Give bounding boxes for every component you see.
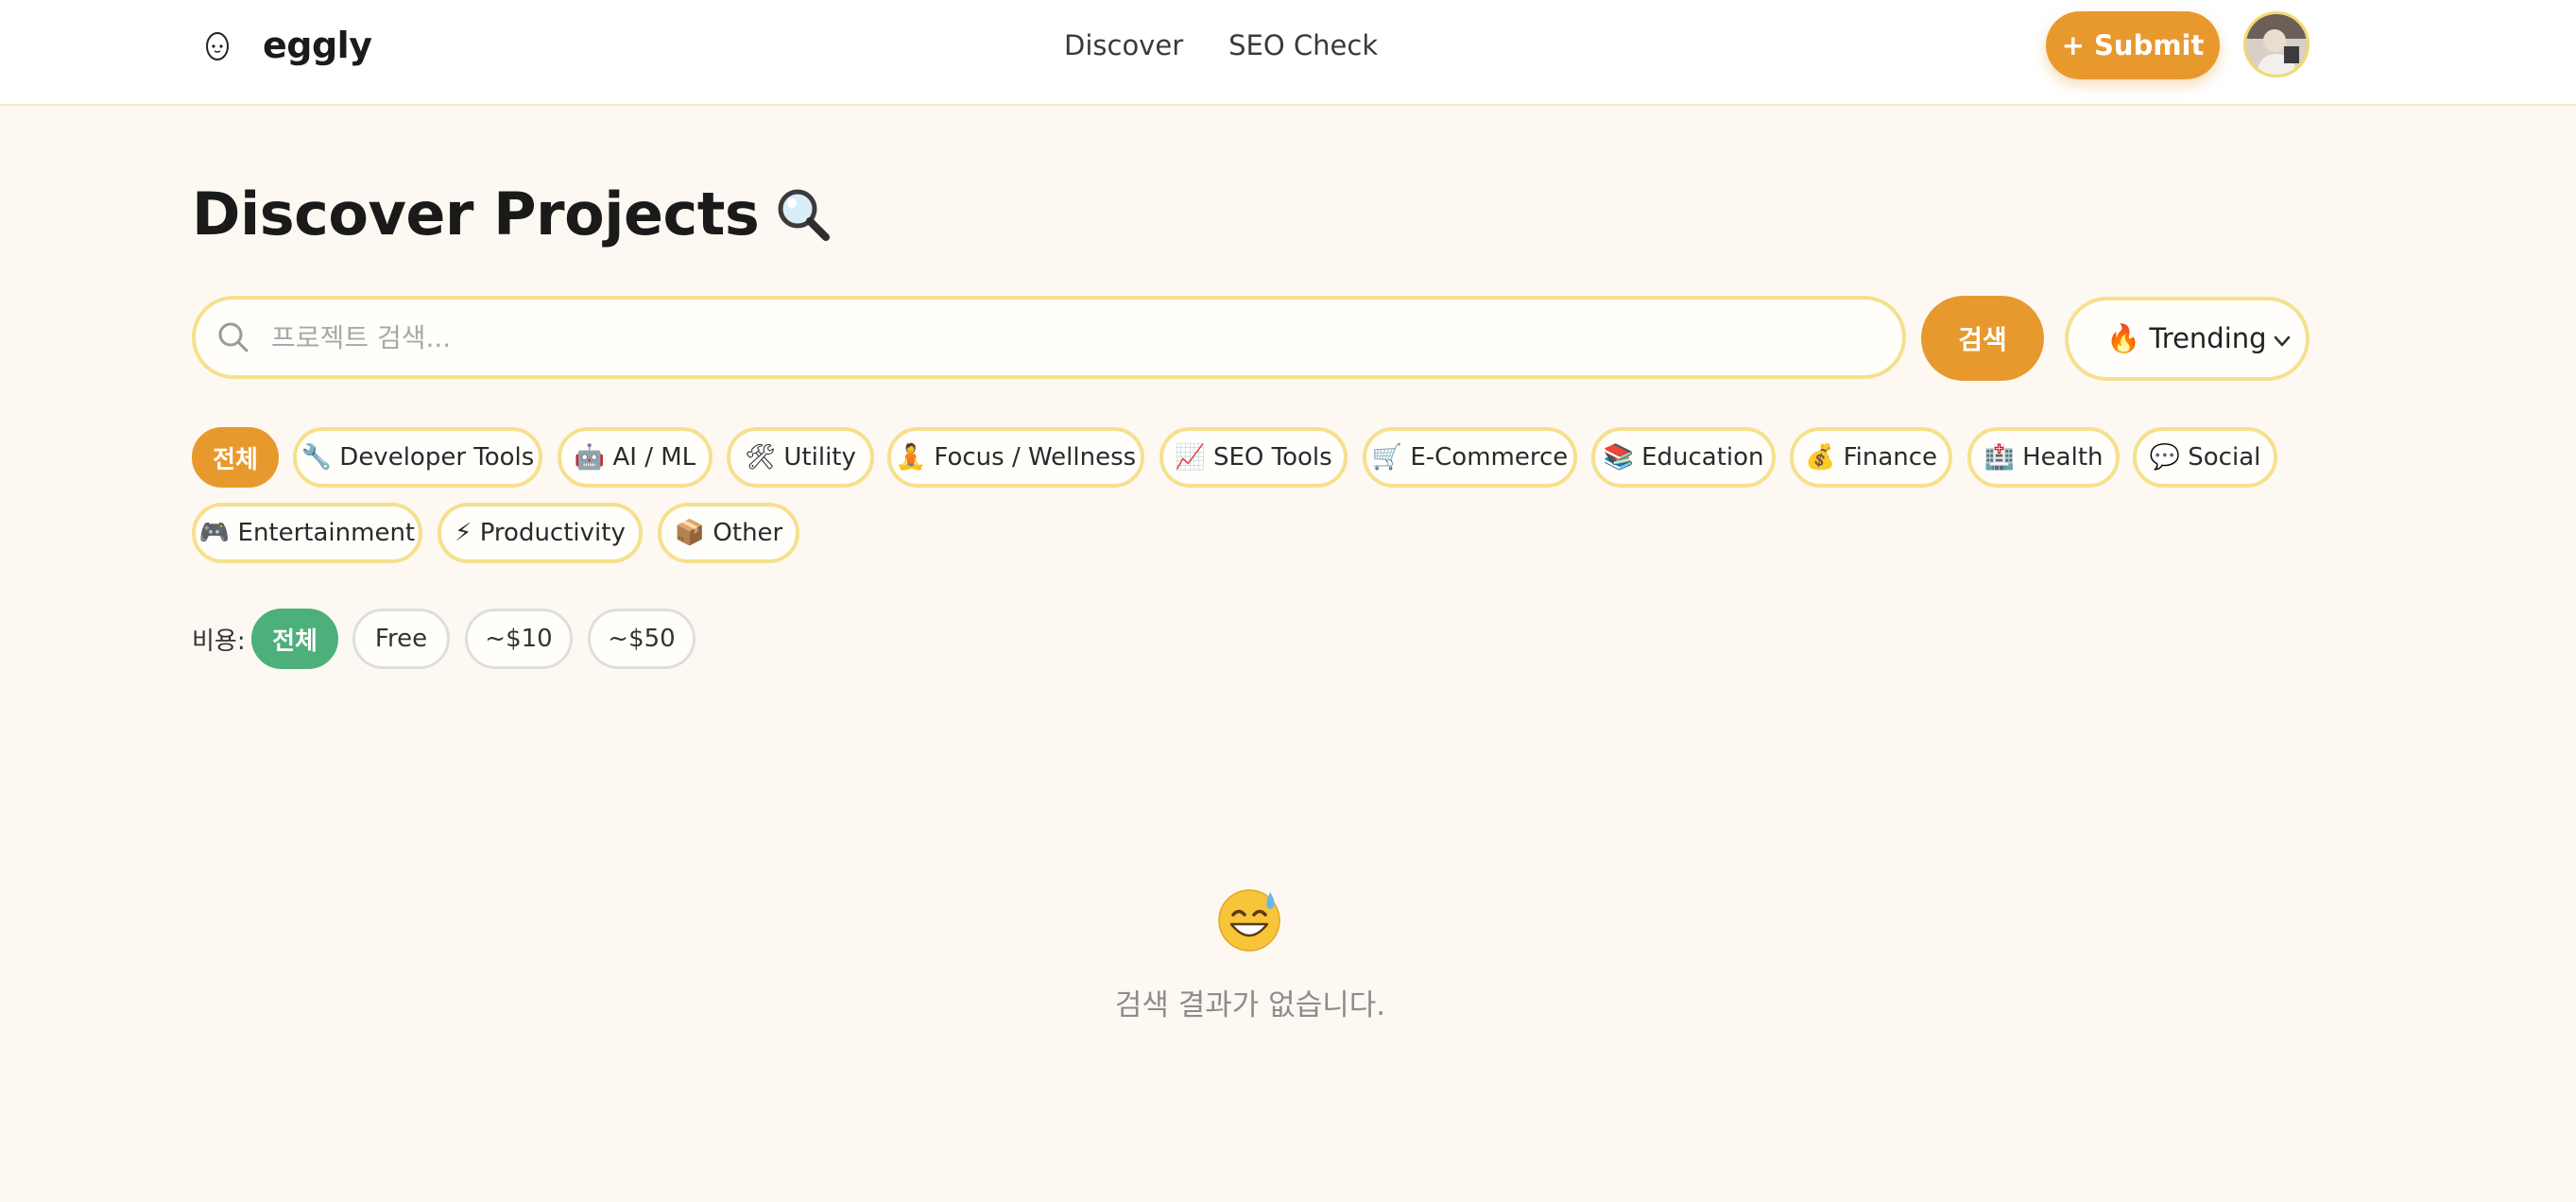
category-chip-e-commerce[interactable]: 🛒 E-Commerce [1363, 427, 1577, 488]
category-chip-education[interactable]: 📚 Education [1591, 427, 1776, 488]
nav-seo-check[interactable]: SEO Check [1228, 26, 1378, 64]
price-chip-all[interactable]: 전체 [251, 609, 338, 669]
brand-logo[interactable]: eggly [204, 23, 372, 68]
category-chip-health[interactable]: 🏥 Health [1967, 427, 2120, 488]
sort-selected-value: 🔥 Trending [2106, 322, 2267, 354]
egg-logo-icon [206, 32, 229, 60]
page-title-text: Discover Projects [192, 180, 760, 249]
search-button[interactable]: 검색 [1921, 296, 2044, 381]
page-title: Discover Projects [192, 180, 833, 249]
category-chip-seo-tools[interactable]: 📈 SEO Tools [1159, 427, 1348, 488]
search-box[interactable] [192, 296, 1906, 379]
avatar-icon [2246, 14, 2307, 75]
price-chip-10[interactable]: ~$10 [465, 609, 573, 669]
price-chip-50[interactable]: ~$50 [588, 609, 696, 669]
empty-state-message: 검색 결과가 없습니다. [1114, 988, 1386, 1022]
magnifier-icon [778, 189, 831, 241]
category-chip-finance[interactable]: 💰 Finance [1790, 427, 1952, 488]
brand-name: eggly [263, 25, 372, 66]
submit-button[interactable]: + Submit [2046, 11, 2220, 79]
main-nav: Discover SEO Check [1064, 26, 1423, 64]
search-icon [218, 322, 249, 352]
chevron-down-icon [2274, 335, 2291, 347]
price-chip-free[interactable]: Free [352, 609, 450, 669]
category-chip-all[interactable]: 전체 [192, 427, 279, 488]
sweat-smile-emoji [1218, 889, 1280, 952]
category-chip-ai-ml[interactable]: 🤖 AI / ML [558, 427, 713, 488]
category-chip-focus-wellness[interactable]: 🧘 Focus / Wellness [887, 427, 1144, 488]
user-avatar[interactable] [2243, 11, 2310, 77]
category-chip-developer-tools[interactable]: 🔧 Developer Tools [293, 427, 542, 488]
search-input[interactable] [271, 321, 1859, 353]
category-chip-entertainment[interactable]: 🎮 Entertainment [192, 503, 422, 563]
nav-discover[interactable]: Discover [1064, 26, 1183, 64]
top-header: eggly Discover SEO Check + Submit [0, 0, 2576, 106]
category-chip-social[interactable]: 💬 Social [2133, 427, 2277, 488]
category-chip-utility[interactable]: 🛠 Utility [727, 427, 874, 488]
price-filter-label: 비용: [192, 627, 246, 656]
category-chip-other[interactable]: 📦 Other [658, 503, 799, 563]
sort-select[interactable]: 🔥 Trending [2065, 297, 2310, 381]
category-chip-productivity[interactable]: ⚡ Productivity [438, 503, 643, 563]
